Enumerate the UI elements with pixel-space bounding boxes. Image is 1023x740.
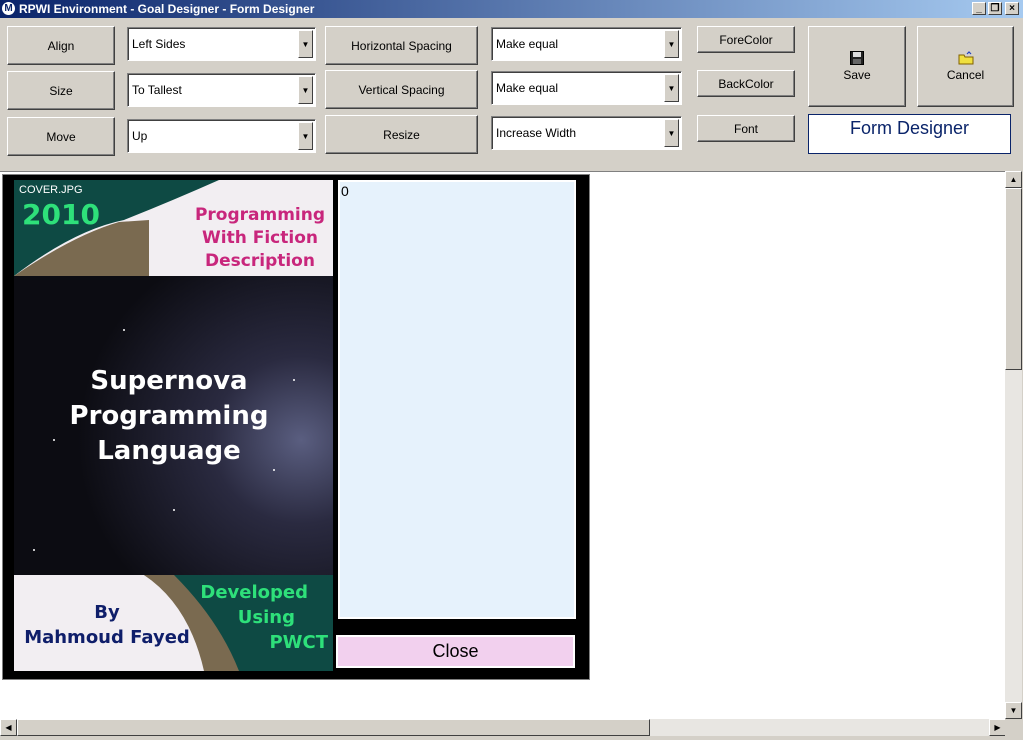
vspacing-select[interactable]: Make equal ▼ xyxy=(491,71,682,105)
cancel-button[interactable]: Cancel xyxy=(917,26,1014,107)
forecolor-button[interactable]: ForeColor xyxy=(697,26,795,53)
cover-author: By Mahmoud Fayed xyxy=(24,602,190,648)
chevron-down-icon[interactable]: ▼ xyxy=(298,122,313,150)
size-select-value: To Tallest xyxy=(132,83,182,97)
scroll-up-icon[interactable]: ▲ xyxy=(1005,171,1022,188)
hspacing-select-value: Make equal xyxy=(496,37,559,51)
scroll-down-icon[interactable]: ▼ xyxy=(1005,702,1022,719)
window-title: RPWI Environment - Goal Designer - Form … xyxy=(19,2,315,16)
textbox-value: 0 xyxy=(341,183,349,199)
floppy-disk-icon xyxy=(850,51,864,65)
designed-form[interactable]: COVER.JPG 2010 Programming With Fiction … xyxy=(2,174,590,680)
size-button[interactable]: Size xyxy=(7,71,115,110)
align-select-value: Left Sides xyxy=(132,37,186,51)
close-window-button[interactable]: × xyxy=(1005,2,1019,15)
chevron-down-icon[interactable]: ▼ xyxy=(298,76,313,104)
horizontal-spacing-button[interactable]: Horizontal Spacing xyxy=(325,26,478,65)
resize-select-value: Increase Width xyxy=(496,126,577,140)
form-close-button[interactable]: Close xyxy=(336,635,575,668)
align-button[interactable]: Align xyxy=(7,26,115,65)
vertical-scroll-thumb[interactable] xyxy=(1005,188,1022,370)
resize-select[interactable]: Increase Width ▼ xyxy=(491,116,682,150)
cover-title: Supernova Programming Language xyxy=(69,366,269,466)
move-button[interactable]: Move xyxy=(7,117,115,156)
move-select[interactable]: Up ▼ xyxy=(127,119,316,153)
open-folder-icon xyxy=(958,51,973,65)
cover-image[interactable]: COVER.JPG 2010 Programming With Fiction … xyxy=(14,180,333,671)
scroll-right-icon[interactable]: ▶ xyxy=(989,719,1006,736)
chevron-down-icon[interactable]: ▼ xyxy=(664,119,679,147)
font-button[interactable]: Font xyxy=(697,115,795,142)
move-select-value: Up xyxy=(132,129,148,143)
cover-subtitle: Programming With Fiction Description xyxy=(194,205,326,271)
restore-button[interactable]: ❐ xyxy=(988,2,1002,15)
backcolor-button[interactable]: BackColor xyxy=(697,70,795,97)
vertical-scrollbar[interactable]: ▲ ▼ xyxy=(1005,171,1022,719)
align-select[interactable]: Left Sides ▼ xyxy=(127,27,316,61)
cover-developed: Developed Using PWCT xyxy=(200,582,328,653)
scrollbar-corner xyxy=(1005,719,1022,736)
vspacing-select-value: Make equal xyxy=(496,81,559,95)
horizontal-scrollbar[interactable]: ◀ ▶ xyxy=(0,719,1006,736)
hspacing-select[interactable]: Make equal ▼ xyxy=(491,27,682,61)
resize-button[interactable]: Resize xyxy=(325,115,478,154)
form-name-label: Form Designer xyxy=(808,114,1011,154)
image-caption: COVER.JPG xyxy=(19,184,83,196)
chevron-down-icon[interactable]: ▼ xyxy=(298,30,313,58)
size-select[interactable]: To Tallest ▼ xyxy=(127,73,316,107)
vertical-spacing-button[interactable]: Vertical Spacing xyxy=(325,70,478,109)
cover-year: 2010 xyxy=(22,198,100,231)
chevron-down-icon[interactable]: ▼ xyxy=(664,74,679,102)
chevron-down-icon[interactable]: ▼ xyxy=(664,30,679,58)
design-canvas[interactable]: COVER.JPG 2010 Programming With Fiction … xyxy=(0,171,1006,720)
save-button[interactable]: Save xyxy=(808,26,906,107)
save-label: Save xyxy=(843,68,871,82)
cancel-label: Cancel xyxy=(946,68,985,82)
form-textbox[interactable]: 0 xyxy=(338,180,576,619)
minimize-button[interactable]: _ xyxy=(972,2,986,15)
window-title-bar: M RPWI Environment - Goal Designer - For… xyxy=(0,0,1023,18)
app-icon: M xyxy=(2,2,15,15)
scroll-left-icon[interactable]: ◀ xyxy=(0,719,17,736)
horizontal-scroll-thumb[interactable] xyxy=(17,719,650,736)
